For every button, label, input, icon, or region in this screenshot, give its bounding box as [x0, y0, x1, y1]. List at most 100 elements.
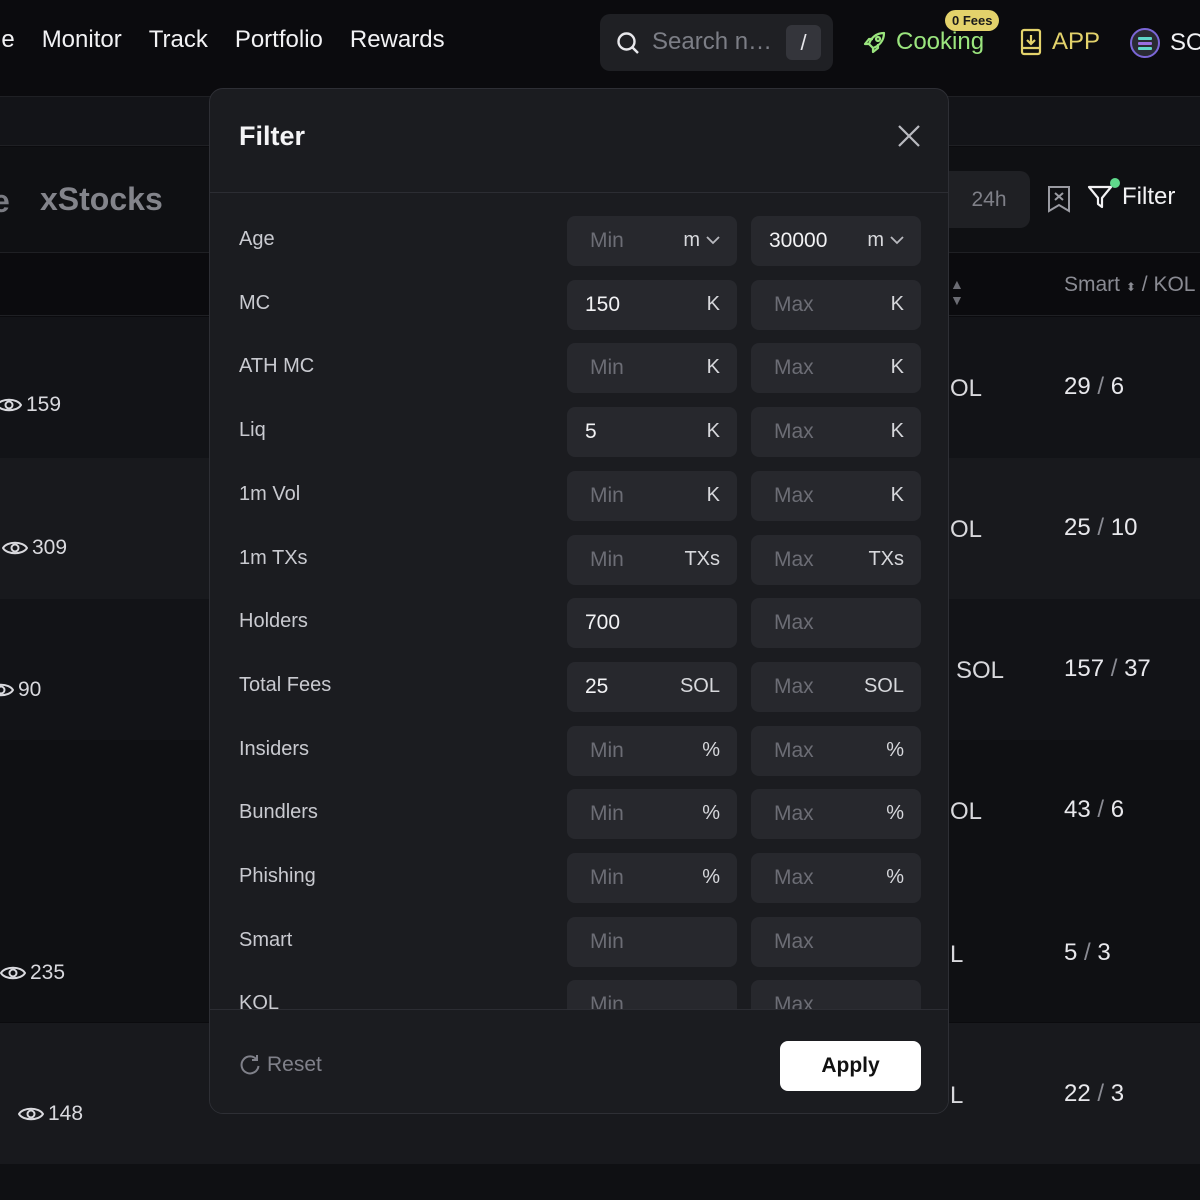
- filter-row: MC 150 K Max K: [210, 279, 948, 330]
- unit-label: %: [886, 866, 904, 889]
- bookmark-remove-icon[interactable]: [1046, 185, 1072, 213]
- search-box[interactable]: Search n… /: [600, 14, 833, 71]
- filter-list[interactable]: Age Min m 30000 m MC 150 K Max K ATH MC Min K Max K Liq…: [210, 194, 948, 1009]
- app-label: APP: [1052, 28, 1101, 55]
- unit-text: SOL: [863, 674, 904, 697]
- filter-row: Phishing Min% Max%: [210, 853, 948, 903]
- input-placeholder: Max: [774, 420, 814, 444]
- header-smart: Smart: [1064, 273, 1121, 296]
- unit-text: m: [867, 229, 884, 251]
- filter-label: Phishing: [239, 865, 316, 887]
- unit-label: K: [707, 356, 720, 379]
- unit-text: %: [886, 738, 904, 761]
- apply-button[interactable]: Apply: [780, 1041, 921, 1091]
- min-input[interactable]: Min TXs: [567, 534, 737, 585]
- filter-label: Total Fees: [239, 673, 332, 696]
- sol-value: OL: [950, 798, 983, 825]
- unit-dropdown[interactable]: m: [683, 229, 720, 252]
- unit-dropdown[interactable]: m: [867, 229, 904, 252]
- min-input[interactable]: 25 SOL: [567, 661, 737, 712]
- smart-count: 22: [1064, 1080, 1091, 1107]
- nav-link-partial[interactable]: le: [0, 26, 15, 54]
- input-placeholder: Max: [774, 929, 814, 953]
- filter-row: Smart Min Max: [210, 916, 948, 967]
- sort-arrows-icon[interactable]: ▲ ▼: [950, 276, 964, 308]
- header-kol: KOL: [1153, 273, 1196, 296]
- reset-button[interactable]: Reset: [239, 1053, 322, 1077]
- filter-row: 1m TXs Min TXs Max TXs: [210, 534, 948, 585]
- max-input[interactable]: Max: [751, 916, 921, 967]
- max-input[interactable]: Max%: [751, 789, 921, 840]
- min-input[interactable]: Min K: [567, 343, 737, 394]
- unit-label: K: [891, 484, 904, 507]
- app-download-button[interactable]: APP: [1020, 28, 1100, 56]
- nav-link-track[interactable]: Track: [149, 26, 208, 54]
- smart-kol-ratio: 157 / 37: [1064, 655, 1151, 682]
- min-input[interactable]: Min%: [567, 725, 737, 776]
- max-input[interactable]: Max K: [751, 343, 921, 394]
- sol-value: L: [950, 1082, 964, 1109]
- header-separator: /: [1141, 273, 1148, 296]
- filter-label: 1m TXs: [239, 546, 308, 569]
- unit-label: %: [702, 739, 720, 762]
- max-input[interactable]: Max K: [751, 279, 921, 330]
- smart-kol-ratio: 5 / 3: [1064, 939, 1111, 966]
- max-input[interactable]: Max TXs: [751, 534, 921, 585]
- reset-icon: [240, 1055, 260, 1075]
- eye-icon: [0, 966, 26, 980]
- unit-label: K: [707, 293, 720, 316]
- unit-text: K: [706, 420, 720, 443]
- max-input[interactable]: Max%: [751, 853, 921, 903]
- input-value: 25: [585, 674, 609, 698]
- nav-link-rewards[interactable]: Rewards: [350, 26, 445, 54]
- max-input[interactable]: 30000 m: [751, 216, 921, 266]
- smart-count: 43: [1064, 796, 1091, 823]
- filter-row: ATH MC Min K Max K: [210, 343, 948, 394]
- reset-label: Reset: [267, 1053, 322, 1076]
- max-input[interactable]: Max%: [751, 725, 921, 776]
- solana-icon: [1130, 28, 1160, 58]
- category-partial[interactable]: e: [0, 183, 10, 220]
- unit-label: %: [702, 866, 720, 889]
- min-input[interactable]: Min m: [567, 216, 737, 266]
- max-input[interactable]: Max: [751, 598, 921, 649]
- views-count: 148: [18, 1102, 83, 1126]
- nav-link-portfolio[interactable]: Portfolio: [235, 26, 323, 54]
- unit-text: %: [702, 738, 720, 761]
- nav-link-monitor[interactable]: Monitor: [42, 26, 122, 54]
- category-xstocks[interactable]: xStocks: [40, 181, 163, 218]
- min-input[interactable]: 150 K: [567, 279, 737, 330]
- filter-label: Liq: [239, 419, 266, 442]
- header-smart-kol[interactable]: Smart ⬍ / KOL: [1064, 273, 1195, 297]
- min-input[interactable]: Min K: [567, 470, 737, 521]
- max-input[interactable]: Max K: [751, 407, 921, 458]
- search-placeholder: Search n…: [652, 28, 773, 55]
- min-input[interactable]: 700: [567, 598, 737, 649]
- unit-text: %: [886, 802, 904, 825]
- chain-selector[interactable]: SO: [1130, 28, 1200, 58]
- top-nav: le Monitor Track Portfolio Rewards Searc…: [0, 0, 1200, 88]
- min-input[interactable]: 5K: [567, 407, 737, 458]
- time-range-24h[interactable]: 24h: [948, 171, 1030, 228]
- download-app-icon: [1020, 28, 1042, 56]
- input-placeholder: Min: [590, 229, 624, 252]
- unit-text: K: [706, 483, 720, 506]
- max-input[interactable]: Max: [751, 980, 921, 1009]
- input-placeholder: Max: [774, 866, 814, 889]
- close-icon[interactable]: [896, 123, 922, 149]
- max-input[interactable]: Max SOL: [751, 661, 921, 712]
- min-input[interactable]: Min%: [567, 789, 737, 840]
- filter-row: Age Min m 30000 m: [210, 216, 948, 266]
- filter-button[interactable]: Filter: [1086, 178, 1175, 211]
- max-input[interactable]: Max K: [751, 470, 921, 521]
- filter-label: Smart: [239, 928, 293, 951]
- views-value: 159: [26, 393, 62, 416]
- min-input[interactable]: Min%: [567, 853, 737, 903]
- sol-value: L: [950, 941, 964, 968]
- cooking-button[interactable]: Cooking: [862, 28, 984, 56]
- kol-count: 6: [1110, 373, 1125, 400]
- views-value: 309: [32, 536, 68, 559]
- min-input[interactable]: Min: [567, 980, 737, 1009]
- min-input[interactable]: Min: [567, 916, 737, 967]
- unit-text: %: [702, 866, 720, 888]
